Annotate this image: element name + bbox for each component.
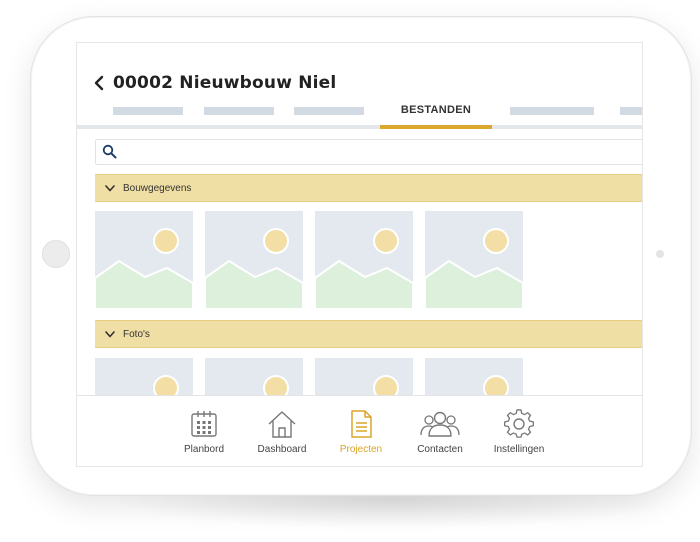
- hill-shape: [205, 259, 303, 309]
- nav-item-dashboard[interactable]: Dashboard: [247, 409, 317, 459]
- back-arrow-icon[interactable]: [93, 75, 105, 91]
- tab-placeholder[interactable]: [510, 107, 594, 115]
- search-box[interactable]: [95, 139, 642, 165]
- file-thumbnail[interactable]: [95, 211, 193, 309]
- active-tab-indicator: [380, 125, 492, 129]
- nav-label: Instellingen: [493, 444, 545, 455]
- tab-bar: BESTANDEN: [77, 103, 642, 129]
- image-placeholder-icon: [205, 228, 303, 309]
- search-input[interactable]: [124, 142, 642, 162]
- gear-icon: [504, 409, 534, 438]
- thumbnail-grid-bouwgegevens: [95, 211, 523, 309]
- page-title: 00002 Nieuwbouw Niel: [113, 73, 337, 93]
- tab-label: BESTANDEN: [400, 104, 472, 116]
- tab-bestanden[interactable]: BESTANDEN: [380, 103, 492, 129]
- nav-item-projecten[interactable]: Projecten: [326, 409, 396, 459]
- tab-placeholder[interactable]: [620, 107, 642, 115]
- nav-label: Contacten: [417, 444, 463, 455]
- hill-shape: [425, 259, 523, 309]
- section-label: Foto's: [123, 328, 150, 340]
- document-icon: [351, 410, 372, 438]
- nav-label: Planbord: [183, 444, 225, 455]
- chevron-down-icon: [105, 330, 115, 337]
- tablet-home-button: [42, 240, 70, 268]
- chevron-down-icon: [105, 184, 115, 191]
- tab-placeholder[interactable]: [204, 107, 274, 115]
- file-thumbnail[interactable]: [315, 211, 413, 309]
- home-icon: [268, 411, 296, 438]
- sun-shape: [153, 228, 179, 254]
- people-icon: [420, 411, 460, 437]
- bottom-navigation: Planbord Dashboard Projecten Contacten I…: [77, 395, 642, 466]
- sun-shape: [483, 228, 509, 254]
- section-header-bouwgegevens[interactable]: Bouwgegevens: [95, 174, 642, 202]
- file-thumbnail[interactable]: [205, 211, 303, 309]
- nav-item-instellingen[interactable]: Instellingen: [484, 409, 554, 459]
- nav-item-contacten[interactable]: Contacten: [405, 409, 475, 459]
- title-bar: 00002 Nieuwbouw Niel: [93, 71, 336, 95]
- tab-placeholder[interactable]: [113, 107, 183, 115]
- sun-shape: [373, 228, 399, 254]
- file-thumbnail[interactable]: [425, 211, 523, 309]
- tab-bar-underline: [77, 125, 642, 129]
- search-icon: [102, 144, 117, 159]
- app-screen: 00002 Nieuwbouw Niel BESTANDEN Bouwgegev…: [76, 42, 643, 467]
- nav-item-planbord[interactable]: Planbord: [169, 409, 239, 459]
- tablet-camera: [656, 250, 664, 258]
- section-header-fotos[interactable]: Foto's: [95, 320, 642, 348]
- image-placeholder-icon: [315, 228, 413, 309]
- calendar-icon: [191, 411, 217, 437]
- image-placeholder-icon: [95, 228, 193, 309]
- hill-shape: [315, 259, 413, 309]
- image-placeholder-icon: [425, 228, 523, 309]
- section-label: Bouwgegevens: [123, 182, 192, 194]
- tab-placeholder[interactable]: [294, 107, 364, 115]
- nav-label: Dashboard: [257, 444, 307, 455]
- sun-shape: [263, 228, 289, 254]
- hill-shape: [95, 259, 193, 309]
- nav-label: Projecten: [339, 444, 383, 455]
